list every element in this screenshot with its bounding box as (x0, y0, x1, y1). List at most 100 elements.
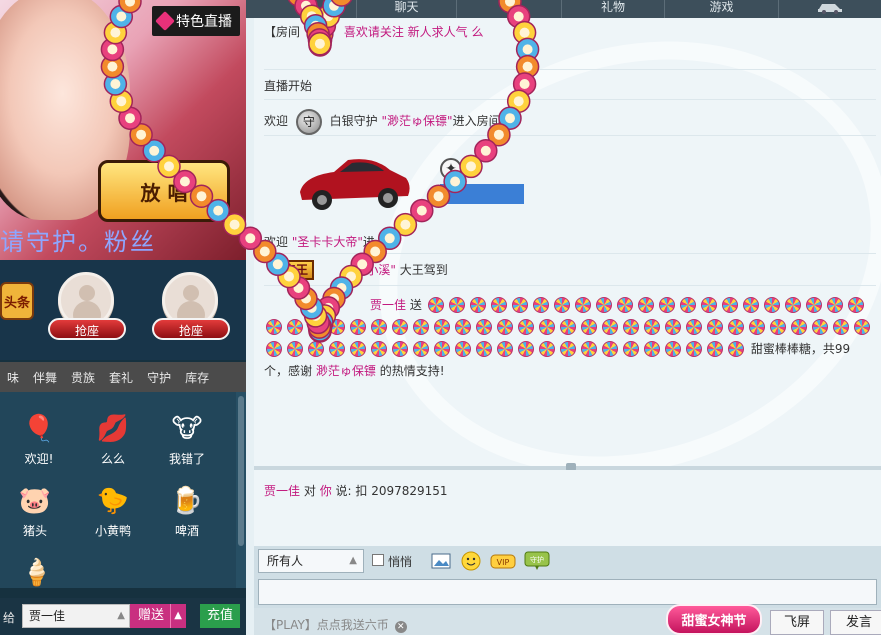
svg-text:守护: 守护 (530, 555, 544, 564)
gift-label: 我错了 (168, 452, 205, 466)
promo-banner[interactable]: 【PLAY】点点我送六币 ✕ (264, 616, 407, 633)
special-live-icon (155, 11, 175, 31)
recipient-link[interactable]: 你 (320, 484, 332, 498)
grab-seat-button[interactable]: 抢座 (152, 318, 230, 340)
gift-item[interactable]: 🎈 欢迎! (4, 412, 74, 467)
lollipop-icon (686, 340, 702, 357)
whisper-checkbox[interactable] (372, 554, 384, 566)
tab-gifts[interactable]: 礼物 (561, 0, 664, 18)
gift-item[interactable]: 🍺 啤酒 (152, 484, 222, 539)
welcome-suffix: 进入房 (362, 235, 399, 249)
lollipop-icon (623, 318, 639, 335)
emoji-icon[interactable] (460, 551, 482, 571)
lollipop-icon (833, 318, 849, 335)
festival-banner[interactable]: 甜蜜女神节 (666, 604, 762, 635)
lollipop-icon (574, 296, 591, 313)
recipient-select[interactable]: 贾一佳 ▲ (22, 604, 130, 628)
tab-unknown[interactable] (456, 0, 561, 18)
username-link[interactable]: "◆ 小溪" (348, 263, 396, 277)
fly-screen-button[interactable]: 飞屏 (770, 610, 824, 635)
guard-icon[interactable]: 守护 (524, 551, 550, 571)
username-link[interactable]: 贾一佳 (370, 298, 406, 312)
gift-item[interactable]: 🍦 (2, 556, 72, 588)
gift-item[interactable]: 🐷 猪头 (0, 484, 70, 539)
gift-tab[interactable]: 库存 (178, 369, 216, 386)
lollipop-icon (476, 318, 492, 335)
username-link[interactable]: 渺茫ゅ保镖 (316, 364, 376, 378)
tab-chat[interactable]: 聊天 (356, 0, 456, 18)
vip-icon[interactable]: VIP (490, 551, 516, 571)
gift-label: 欢迎! (24, 452, 54, 466)
lollipop-icon (658, 296, 675, 313)
tab-car[interactable] (778, 0, 881, 18)
private-text: 扣 2097829151 (355, 484, 448, 498)
gift-item[interactable]: 🐤 小黄鸭 (78, 484, 148, 539)
right-panel: 聊天 礼物 游戏 【房间 喜欢请关注 新人求人气 么 直播开始 欢迎 守 白银守… (246, 0, 881, 635)
guard-role: 白银守护 (329, 114, 378, 128)
lollipop-icon (455, 340, 471, 357)
bottom-bar: 【PLAY】点点我送六币 ✕ 甜蜜女神节 飞屏 发言 (254, 604, 881, 635)
special-live-button[interactable]: 特色直播 (152, 6, 240, 36)
lollipop-icon (721, 296, 738, 313)
lollipop-icon (637, 296, 654, 313)
gift-verb: 送 (409, 298, 422, 312)
gift-item[interactable]: 🐮 我错了 (152, 412, 222, 467)
lollipop-icon (644, 318, 660, 335)
thanks-prefix: 个，感谢 (264, 364, 313, 378)
live-video[interactable]: 放 唱 请守护。粉丝 特色直播 (0, 0, 246, 260)
headline-badge[interactable]: 头条 (0, 282, 34, 320)
lollipop-icon (532, 296, 549, 313)
mercedes-logo-icon: ✦ (440, 158, 462, 180)
gift-message: 贾一佳 送 甜蜜棒棒糖，共99 个，感谢 渺茫ゅ保镖 的热情支持! (264, 294, 876, 382)
chat-messages[interactable]: 【房间 喜欢请关注 新人求人气 么 直播开始 欢迎 守 白银守护 "渺茫ゅ保镖"… (254, 18, 881, 466)
lollipop-icon (686, 318, 702, 335)
grab-seat-button[interactable]: 抢座 (48, 318, 126, 340)
image-icon[interactable] (430, 551, 452, 571)
lollipop-icon (392, 340, 408, 357)
gift-send-button[interactable]: 赠送 ▲ (130, 604, 186, 628)
audience-select[interactable]: 所有人 ▲ (258, 549, 364, 573)
chevron-up-icon[interactable]: ▲ (174, 604, 182, 628)
lollipop-icon (427, 296, 444, 313)
gift-tab[interactable]: 套礼 (102, 369, 140, 386)
recharge-button[interactable]: 充值 (200, 604, 240, 628)
close-icon[interactable]: ✕ (394, 621, 407, 633)
svg-text:VIP: VIP (497, 558, 510, 567)
lollipop-icon (749, 318, 765, 335)
promo-text[interactable]: 【PLAY】点点我送六币 (264, 618, 389, 632)
seat-2[interactable]: 抢座 (148, 272, 234, 346)
tab-games[interactable]: 游戏 (664, 0, 778, 18)
gift-tab[interactable]: 伴舞 (26, 369, 64, 386)
lollipop-icon (665, 340, 681, 357)
gift-label: 啤酒 (174, 524, 199, 538)
welcome-suffix: 进入房间 (452, 114, 501, 128)
duck-icon: 🐤 (96, 486, 130, 516)
send-message-button[interactable]: 发言 (830, 610, 881, 635)
arrival-text: 大王驾到 (399, 263, 448, 277)
prince-badge: 亲王 (278, 260, 315, 280)
gift-item[interactable]: 💋 么么 (78, 412, 148, 467)
gift-tab[interactable]: 贵族 (64, 369, 102, 386)
username-link[interactable]: "渺茫ゅ保镖" (382, 114, 453, 128)
lollipop-icon (266, 318, 282, 335)
chevron-up-icon: ▲ (349, 555, 357, 566)
username-link[interactable]: 贾一佳 (264, 484, 300, 498)
gift-tab[interactable]: 守护 (140, 369, 178, 386)
gift-tab[interactable]: 味 (0, 369, 26, 386)
lollipop-icon (581, 340, 597, 357)
seat-1[interactable]: 抢座 (44, 272, 130, 346)
lollipop-icon (329, 318, 345, 335)
private-chat-area[interactable]: 贾一佳 对 你 说: 扣 2097829151 (254, 470, 881, 546)
lollipop-icon (553, 296, 570, 313)
lollipop-icon (602, 318, 618, 335)
gift-scrollbar[interactable] (236, 392, 246, 588)
balloon-icon: 🎈 (22, 414, 56, 444)
username-link[interactable]: "圣卡卡大帝" (292, 235, 363, 249)
lollipop-icon (707, 318, 723, 335)
lollipop-icon (826, 296, 843, 313)
room-notice: 【房间 喜欢请关注 新人求人气 么 (264, 22, 876, 70)
lollipop-icon (497, 318, 513, 335)
seat-area: 头条 抢座 抢座 (0, 260, 246, 360)
lollipop-icon (602, 340, 618, 357)
message-input[interactable] (258, 579, 877, 605)
